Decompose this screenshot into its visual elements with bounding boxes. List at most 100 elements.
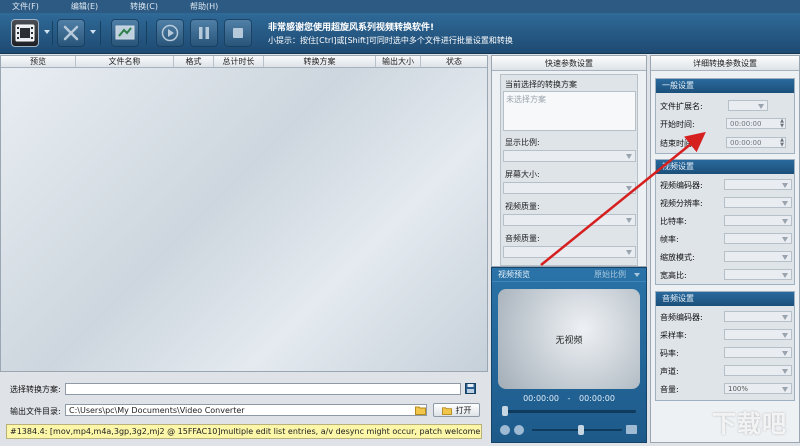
add-file-dropdown-icon[interactable] bbox=[44, 30, 50, 34]
ext-select[interactable] bbox=[728, 100, 768, 111]
menu-convert[interactable]: 转换(C) bbox=[130, 1, 158, 12]
chevron-down-icon bbox=[634, 272, 640, 277]
chevron-down-icon bbox=[782, 315, 788, 320]
column-output-size[interactable]: 输出大小 bbox=[376, 56, 421, 67]
column-format[interactable]: 格式 bbox=[174, 56, 214, 67]
scale-mode-select[interactable] bbox=[724, 251, 792, 262]
general-settings-section: 一般设置 文件扩展名: 开始时间: 00:00:00 ▲ ▼ 结束时间: 00:0… bbox=[655, 78, 795, 154]
seek-bar[interactable] bbox=[502, 410, 636, 413]
preview-title: 视频预览 bbox=[498, 270, 530, 279]
preview-play-icon[interactable] bbox=[500, 425, 510, 435]
toolbar-separator bbox=[146, 21, 147, 45]
display-ratio-select[interactable] bbox=[503, 150, 636, 162]
browse-folder-button[interactable] bbox=[415, 405, 426, 415]
column-preview[interactable]: 预览 bbox=[1, 56, 76, 67]
spinner-arrows-icon[interactable]: ▲ ▼ bbox=[780, 138, 784, 148]
framerate-select[interactable] bbox=[724, 233, 792, 244]
preview-stop-icon[interactable] bbox=[514, 425, 524, 435]
toolbar: 非常感谢您使用超旋风系列视频转换软件! 小提示：按住[Ctrl]或[Shift]… bbox=[0, 13, 800, 54]
volume-slider[interactable] bbox=[532, 429, 622, 431]
video-encoder-label: 视频编码器: bbox=[660, 181, 703, 190]
video-resolution-label: 视频分辨率: bbox=[660, 199, 703, 208]
video-settings-title: 视频设置 bbox=[656, 160, 794, 174]
volume-handle[interactable] bbox=[578, 425, 584, 435]
chevron-down-icon bbox=[782, 333, 788, 338]
aspect-label: 宽高比: bbox=[660, 271, 687, 280]
fullscreen-icon[interactable] bbox=[626, 425, 637, 434]
video-bitrate-select[interactable] bbox=[724, 215, 792, 226]
video-preview-panel: 视频预览 原始比例 无视频 00:00:00 - 00:00:00 bbox=[491, 267, 647, 443]
output-dir-input[interactable]: C:\Users\pc\My Documents\Video Converter bbox=[65, 404, 427, 416]
start-time-value: 00:00:00 bbox=[730, 120, 762, 128]
aspect-select[interactable] bbox=[724, 269, 792, 280]
column-status[interactable]: 状态 bbox=[421, 56, 487, 67]
remove-button[interactable] bbox=[57, 19, 85, 47]
audio-quality-label: 音频质量: bbox=[505, 234, 540, 243]
quick-settings-title: 快速参数设置 bbox=[492, 56, 646, 71]
stop-button[interactable] bbox=[224, 19, 252, 47]
audio-encoder-select[interactable] bbox=[724, 311, 792, 322]
film-icon bbox=[15, 24, 35, 42]
screen-size-select[interactable] bbox=[503, 182, 636, 194]
open-button-label: 打开 bbox=[455, 405, 472, 415]
time-separator: - bbox=[567, 394, 571, 403]
chevron-down-icon bbox=[782, 369, 788, 374]
end-time-label: 结束时间: bbox=[660, 139, 695, 148]
remove-dropdown-icon[interactable] bbox=[90, 30, 96, 34]
quick-settings-body: 当前选择的转换方案 未选择方案 显示比例: 屏幕大小: 视频质量: 音频质量: bbox=[500, 74, 638, 266]
samplerate-select[interactable] bbox=[724, 329, 792, 340]
open-button[interactable]: 打开 bbox=[433, 403, 480, 417]
start-time-input[interactable]: 00:00:00 ▲ ▼ bbox=[726, 118, 786, 129]
column-scheme[interactable]: 转换方案 bbox=[264, 56, 376, 67]
column-duration[interactable]: 总计时长 bbox=[214, 56, 264, 67]
time-display: 00:00:00 - 00:00:00 bbox=[492, 394, 646, 403]
volume-value: 100% bbox=[728, 385, 749, 393]
menu-help[interactable]: 帮助(H) bbox=[190, 1, 218, 12]
video-settings-section: 视频设置 视频编码器: 视频分辨率: 比特率: 帧率: 缩放模式: 宽高比: bbox=[655, 159, 795, 285]
save-scheme-button[interactable] bbox=[465, 383, 476, 394]
end-time-input[interactable]: 00:00:00 ▲ ▼ bbox=[726, 137, 786, 148]
framerate-label: 帧率: bbox=[660, 235, 679, 244]
chevron-down-icon bbox=[626, 154, 632, 159]
pause-button[interactable] bbox=[190, 19, 218, 47]
total-time: 00:00:00 bbox=[578, 394, 615, 403]
file-list[interactable]: 预览 文件名称 格式 总计时长 转换方案 输出大小 状态 bbox=[0, 55, 488, 372]
log-message: #1384.4: [mov,mp4,m4a,3gp,3g2,mj2 @ 15FF… bbox=[6, 424, 482, 439]
audio-settings-section: 音频设置 音频编码器: 采样率: 码率: 声道: 音量: 100% bbox=[655, 291, 795, 401]
play-icon bbox=[161, 24, 179, 42]
end-time-value: 00:00:00 bbox=[730, 139, 762, 147]
chevron-down-icon bbox=[782, 351, 788, 356]
video-resolution-select[interactable] bbox=[724, 197, 792, 208]
output-dir-label: 输出文件目录: bbox=[10, 407, 61, 416]
pause-icon bbox=[199, 27, 209, 39]
add-file-button[interactable] bbox=[11, 19, 39, 47]
toolbar-separator bbox=[52, 21, 53, 45]
seek-handle[interactable] bbox=[502, 406, 508, 416]
chevron-down-icon bbox=[782, 387, 788, 392]
menu-file[interactable]: 文件(F) bbox=[12, 1, 39, 12]
settings-button[interactable] bbox=[111, 19, 139, 47]
tip-text: 小提示：按住[Ctrl]或[Shift]可同时选中多个文件进行批量设置和转换 bbox=[268, 36, 513, 45]
audio-bitrate-select[interactable] bbox=[724, 347, 792, 358]
floppy-disk-icon bbox=[465, 383, 476, 394]
menu-edit[interactable]: 编辑(E) bbox=[71, 1, 98, 12]
column-filename[interactable]: 文件名称 bbox=[76, 56, 174, 67]
volume-select[interactable]: 100% bbox=[724, 383, 792, 394]
video-quality-select[interactable] bbox=[503, 214, 636, 226]
spinner-arrows-icon[interactable]: ▲ ▼ bbox=[780, 119, 784, 129]
chevron-down-icon bbox=[782, 219, 788, 224]
channels-select[interactable] bbox=[724, 365, 792, 376]
scheme-input[interactable] bbox=[65, 383, 461, 395]
current-time: 00:00:00 bbox=[523, 394, 559, 403]
aspect-ratio-dropdown[interactable]: 原始比例 bbox=[594, 269, 640, 280]
channels-label: 声道: bbox=[660, 367, 679, 376]
scheme-label: 选择转换方案: bbox=[10, 385, 61, 394]
play-button[interactable] bbox=[156, 19, 184, 47]
audio-quality-select[interactable] bbox=[503, 246, 636, 258]
current-scheme-box[interactable]: 未选择方案 bbox=[503, 91, 636, 131]
volume-label: 音量: bbox=[660, 385, 679, 394]
toolbar-separator bbox=[100, 21, 101, 45]
display-ratio-label: 显示比例: bbox=[505, 138, 540, 147]
video-encoder-select[interactable] bbox=[724, 179, 792, 190]
ext-label: 文件扩展名: bbox=[660, 102, 703, 111]
